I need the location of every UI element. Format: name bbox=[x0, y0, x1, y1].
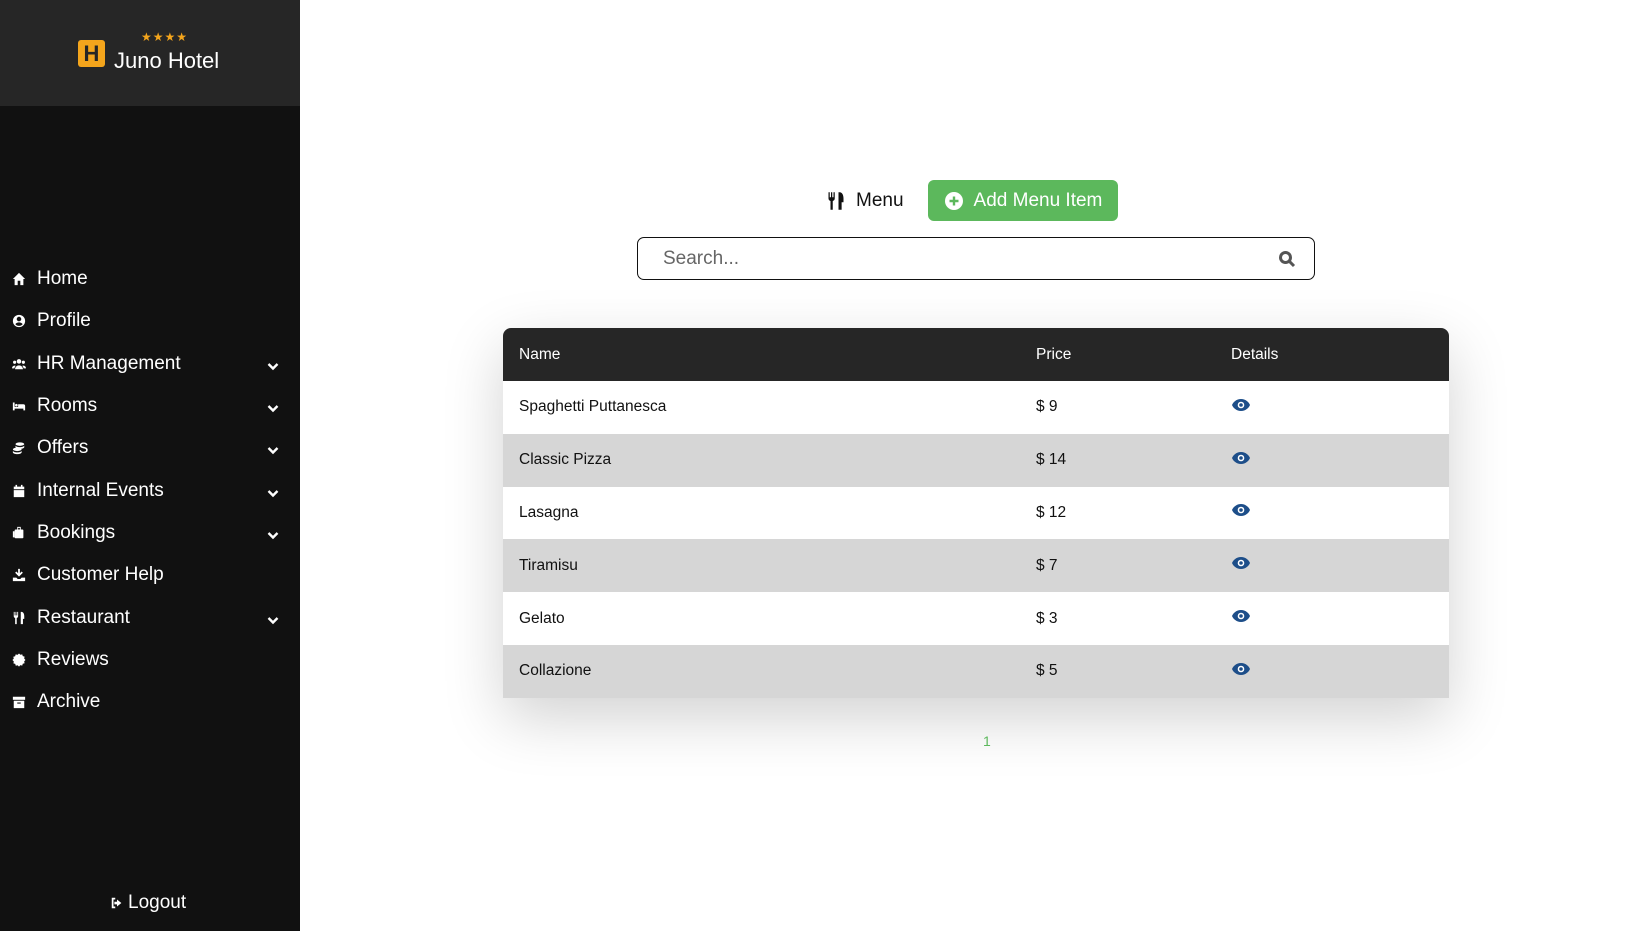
help-icon bbox=[11, 567, 27, 583]
eye-icon[interactable] bbox=[1231, 662, 1251, 676]
item-price: $ 5 bbox=[1036, 662, 1058, 680]
item-name: Gelato bbox=[519, 609, 565, 627]
sidebar-item-label: Reviews bbox=[37, 648, 109, 670]
pagination-page-1[interactable]: 1 bbox=[983, 733, 991, 749]
sidebar-item-rooms[interactable]: Rooms bbox=[0, 385, 300, 427]
sidebar-item-label: Rooms bbox=[37, 395, 98, 417]
sidebar-item-label: Restaurant bbox=[37, 606, 130, 628]
sidebar: H ★★★★ Juno Hotel Home Profile HR Manage… bbox=[0, 0, 300, 931]
chevron-down-icon[interactable] bbox=[266, 357, 280, 371]
logout-icon bbox=[111, 897, 122, 909]
chevron-down-icon[interactable] bbox=[266, 526, 280, 540]
search-input[interactable] bbox=[663, 247, 1278, 270]
home-icon bbox=[11, 271, 27, 287]
luggage-icon bbox=[11, 525, 27, 541]
utensils-icon bbox=[828, 191, 844, 210]
eye-icon[interactable] bbox=[1231, 451, 1251, 465]
coins-icon bbox=[11, 440, 27, 456]
sidebar-item-restaurant[interactable]: Restaurant bbox=[0, 596, 300, 638]
eye-icon[interactable] bbox=[1231, 556, 1251, 570]
sidebar-item-bookings[interactable]: Bookings bbox=[0, 512, 300, 554]
table-row: Spaghetti Puttanesca $ 9 bbox=[503, 381, 1449, 434]
brand-header: H ★★★★ Juno Hotel bbox=[0, 0, 300, 106]
chevron-down-icon[interactable] bbox=[266, 441, 280, 455]
sidebar-item-reviews[interactable]: Reviews bbox=[0, 639, 300, 681]
item-name: Tiramisu bbox=[519, 556, 578, 574]
table-row: Lasagna $ 12 bbox=[503, 486, 1449, 540]
chevron-down-icon[interactable] bbox=[266, 484, 280, 498]
sidebar-item-label: HR Management bbox=[37, 352, 181, 374]
chevron-down-icon[interactable] bbox=[266, 611, 280, 625]
profile-icon bbox=[11, 313, 27, 329]
sidebar-item-home[interactable]: Home bbox=[0, 258, 300, 300]
item-price: $ 14 bbox=[1036, 451, 1067, 469]
sidebar-item-profile[interactable]: Profile bbox=[0, 300, 300, 342]
table-row: Classic Pizza $ 14 bbox=[503, 433, 1449, 487]
chevron-down-icon[interactable] bbox=[266, 399, 280, 413]
eye-icon[interactable] bbox=[1231, 609, 1251, 623]
star-rating: ★★★★ bbox=[141, 30, 189, 44]
archive-icon bbox=[11, 694, 27, 710]
item-name: Collazione bbox=[519, 662, 592, 680]
sidebar-item-label: Home bbox=[37, 268, 88, 290]
sidebar-item-offers[interactable]: Offers bbox=[0, 427, 300, 469]
menu-table: Name Price Details Spaghetti Puttanesca … bbox=[503, 328, 1449, 698]
item-name: Lasagna bbox=[519, 503, 579, 521]
item-price: $ 3 bbox=[1036, 609, 1058, 627]
table-row: Gelato $ 3 bbox=[503, 592, 1449, 645]
column-header-name: Name bbox=[519, 345, 561, 363]
sidebar-nav: Home Profile HR Management Rooms Offers … bbox=[0, 258, 300, 723]
item-name: Classic Pizza bbox=[519, 451, 612, 469]
calendar-icon bbox=[11, 483, 27, 499]
sidebar-item-label: Archive bbox=[37, 691, 101, 713]
eye-icon[interactable] bbox=[1231, 398, 1251, 412]
sidebar-item-label: Internal Events bbox=[37, 479, 164, 501]
search-icon[interactable] bbox=[1278, 250, 1296, 268]
sidebar-item-label: Customer Help bbox=[37, 564, 164, 586]
table-row: Tiramisu $ 7 bbox=[503, 539, 1449, 593]
add-menu-item-label: Add Menu Item bbox=[973, 189, 1103, 211]
sidebar-item-archive[interactable]: Archive bbox=[0, 681, 300, 723]
menu-toolbar: Menu Add Menu Item bbox=[826, 180, 1119, 221]
item-price: $ 9 bbox=[1036, 398, 1058, 416]
column-header-price: Price bbox=[1036, 345, 1072, 363]
plus-circle-icon bbox=[944, 191, 963, 210]
logout-button[interactable]: Logout bbox=[110, 892, 186, 914]
column-header-details: Details bbox=[1231, 345, 1279, 363]
page-title: Menu bbox=[826, 190, 904, 212]
users-icon bbox=[11, 356, 27, 372]
logout-label: Logout bbox=[128, 892, 187, 913]
sidebar-item-label: Bookings bbox=[37, 521, 116, 543]
sidebar-item-customer-help[interactable]: Customer Help bbox=[0, 554, 300, 596]
item-name: Spaghetti Puttanesca bbox=[519, 398, 667, 416]
bed-icon bbox=[11, 398, 27, 414]
table-header-row: Name Price Details bbox=[503, 328, 1449, 381]
table-row: Collazione $ 5 bbox=[503, 644, 1449, 698]
eye-icon[interactable] bbox=[1231, 503, 1251, 517]
badge-icon bbox=[11, 652, 27, 668]
sidebar-item-label: Profile bbox=[37, 310, 91, 332]
sidebar-item-label: Offers bbox=[37, 437, 89, 459]
utensils-icon bbox=[11, 610, 27, 626]
search-bar bbox=[637, 237, 1315, 280]
page-title-label: Menu bbox=[856, 189, 904, 211]
brand-name[interactable]: Juno Hotel bbox=[114, 48, 219, 74]
item-price: $ 7 bbox=[1036, 556, 1058, 574]
sidebar-item-hr-management[interactable]: HR Management bbox=[0, 343, 300, 385]
hotel-logo-icon[interactable]: H bbox=[78, 40, 105, 67]
item-price: $ 12 bbox=[1036, 503, 1067, 521]
add-menu-item-button[interactable]: Add Menu Item bbox=[927, 180, 1119, 221]
sidebar-item-internal-events[interactable]: Internal Events bbox=[0, 469, 300, 511]
